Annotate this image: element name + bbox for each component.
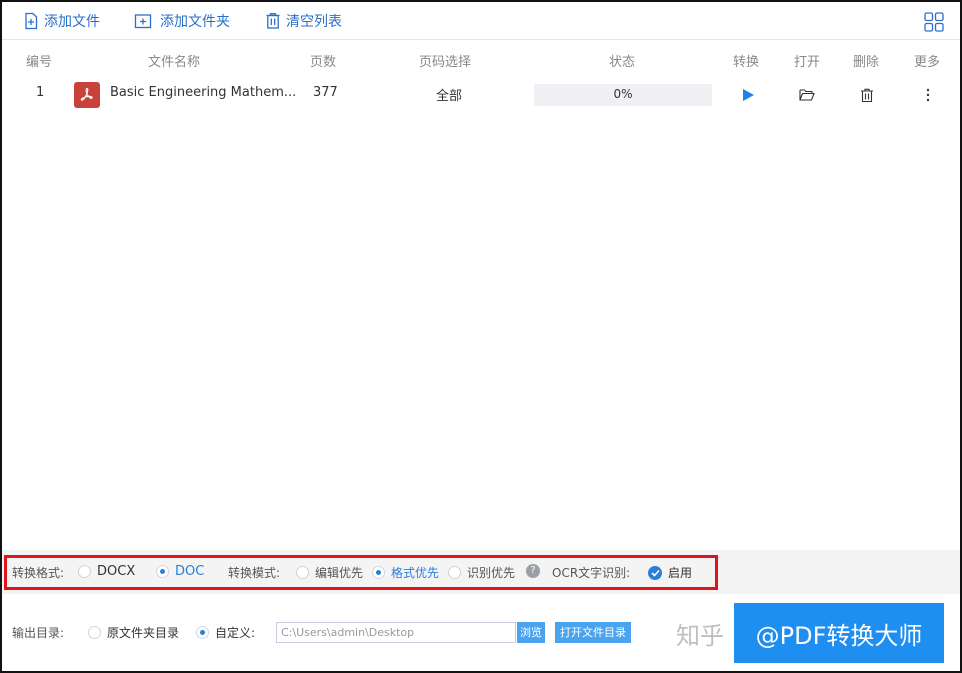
format-label: 转换格式: [12,566,65,580]
table-header: 编号 文件名称 页数 页码选择 状态 转换 打开 删除 更多 [2,46,960,74]
browse-button[interactable]: 浏览 [517,622,545,643]
col-pages: 页数 [310,55,337,70]
output-path-input[interactable] [276,622,516,643]
row-index: 1 [36,85,45,100]
mode-option-recognize-first[interactable]: 识别优先 [448,564,515,581]
format-option-doc[interactable]: DOC [156,564,204,579]
start-convert-button[interactable]: @PDF转换大师 [734,603,944,663]
page-count: 377 [313,85,338,100]
help-icon[interactable]: ? [526,564,540,578]
ocr-label: OCR文字识别: [552,566,631,580]
add-file-label: 添加文件 [44,14,100,30]
radio-format-first[interactable] [372,566,385,579]
file-name: Basic Engineering Mathem... [110,85,297,100]
trash-icon [266,13,280,29]
folder-open-icon [799,89,815,101]
add-file-icon [25,12,38,30]
col-convert: 转换 [733,55,760,70]
convert-button-label: @PDF转换大师 [755,621,923,650]
toolbar: 添加文件 添加文件夹 清空列表 [2,2,960,40]
radio-doc[interactable] [156,565,169,578]
radio-edit-first[interactable] [296,566,309,579]
clear-list-label: 清空列表 [286,14,342,30]
clear-list-button[interactable]: 清空列表 [264,10,342,32]
convert-play-button[interactable] [738,85,758,105]
radio-docx[interactable] [78,565,91,578]
add-folder-label: 添加文件夹 [160,14,230,30]
col-status: 状态 [609,55,636,70]
col-index: 编号 [26,55,53,70]
output-custom-option[interactable]: 自定义: [196,624,255,641]
format-option-docx[interactable]: DOCX [78,564,135,579]
table-row[interactable]: 1 Basic Engineering Mathem... 377 全部 0% [2,80,960,112]
pdf-file-icon [74,82,100,108]
checkmark-icon[interactable] [648,565,662,580]
page-selection[interactable]: 全部 [436,85,462,104]
progress-bar: 0% [534,84,712,106]
col-open: 打开 [794,55,821,70]
more-options-button[interactable] [918,85,938,105]
progress-text: 0% [613,87,633,101]
radio-original-folder[interactable] [88,626,101,639]
delete-row-button[interactable] [857,85,877,105]
open-directory-button[interactable]: 打开文件目录 [555,622,631,643]
output-original-folder-option[interactable]: 原文件夹目录 [88,624,179,641]
open-folder-button[interactable] [797,85,817,105]
add-folder-button[interactable]: 添加文件夹 [134,10,230,32]
grid-view-icon[interactable] [924,12,944,32]
watermark-text: 知乎 [676,622,724,650]
mode-label: 转换模式: [228,566,281,580]
radio-recognize-first[interactable] [448,566,461,579]
col-delete: 删除 [853,55,880,70]
ocr-enable-checkbox[interactable]: 启用 [648,564,692,581]
radio-custom[interactable] [196,626,209,639]
col-more: 更多 [914,55,941,70]
add-folder-icon [134,14,152,29]
add-file-button[interactable]: 添加文件 [22,10,100,32]
play-icon [743,89,754,101]
more-vertical-icon [926,88,930,102]
col-file-name: 文件名称 [148,55,201,70]
mode-option-edit-first[interactable]: 编辑优先 [296,564,363,581]
trash-icon [861,88,873,102]
mode-option-format-first[interactable]: 格式优先 [372,564,439,581]
output-label: 输出目录: [12,626,65,640]
col-page-selection: 页码选择 [419,55,472,70]
